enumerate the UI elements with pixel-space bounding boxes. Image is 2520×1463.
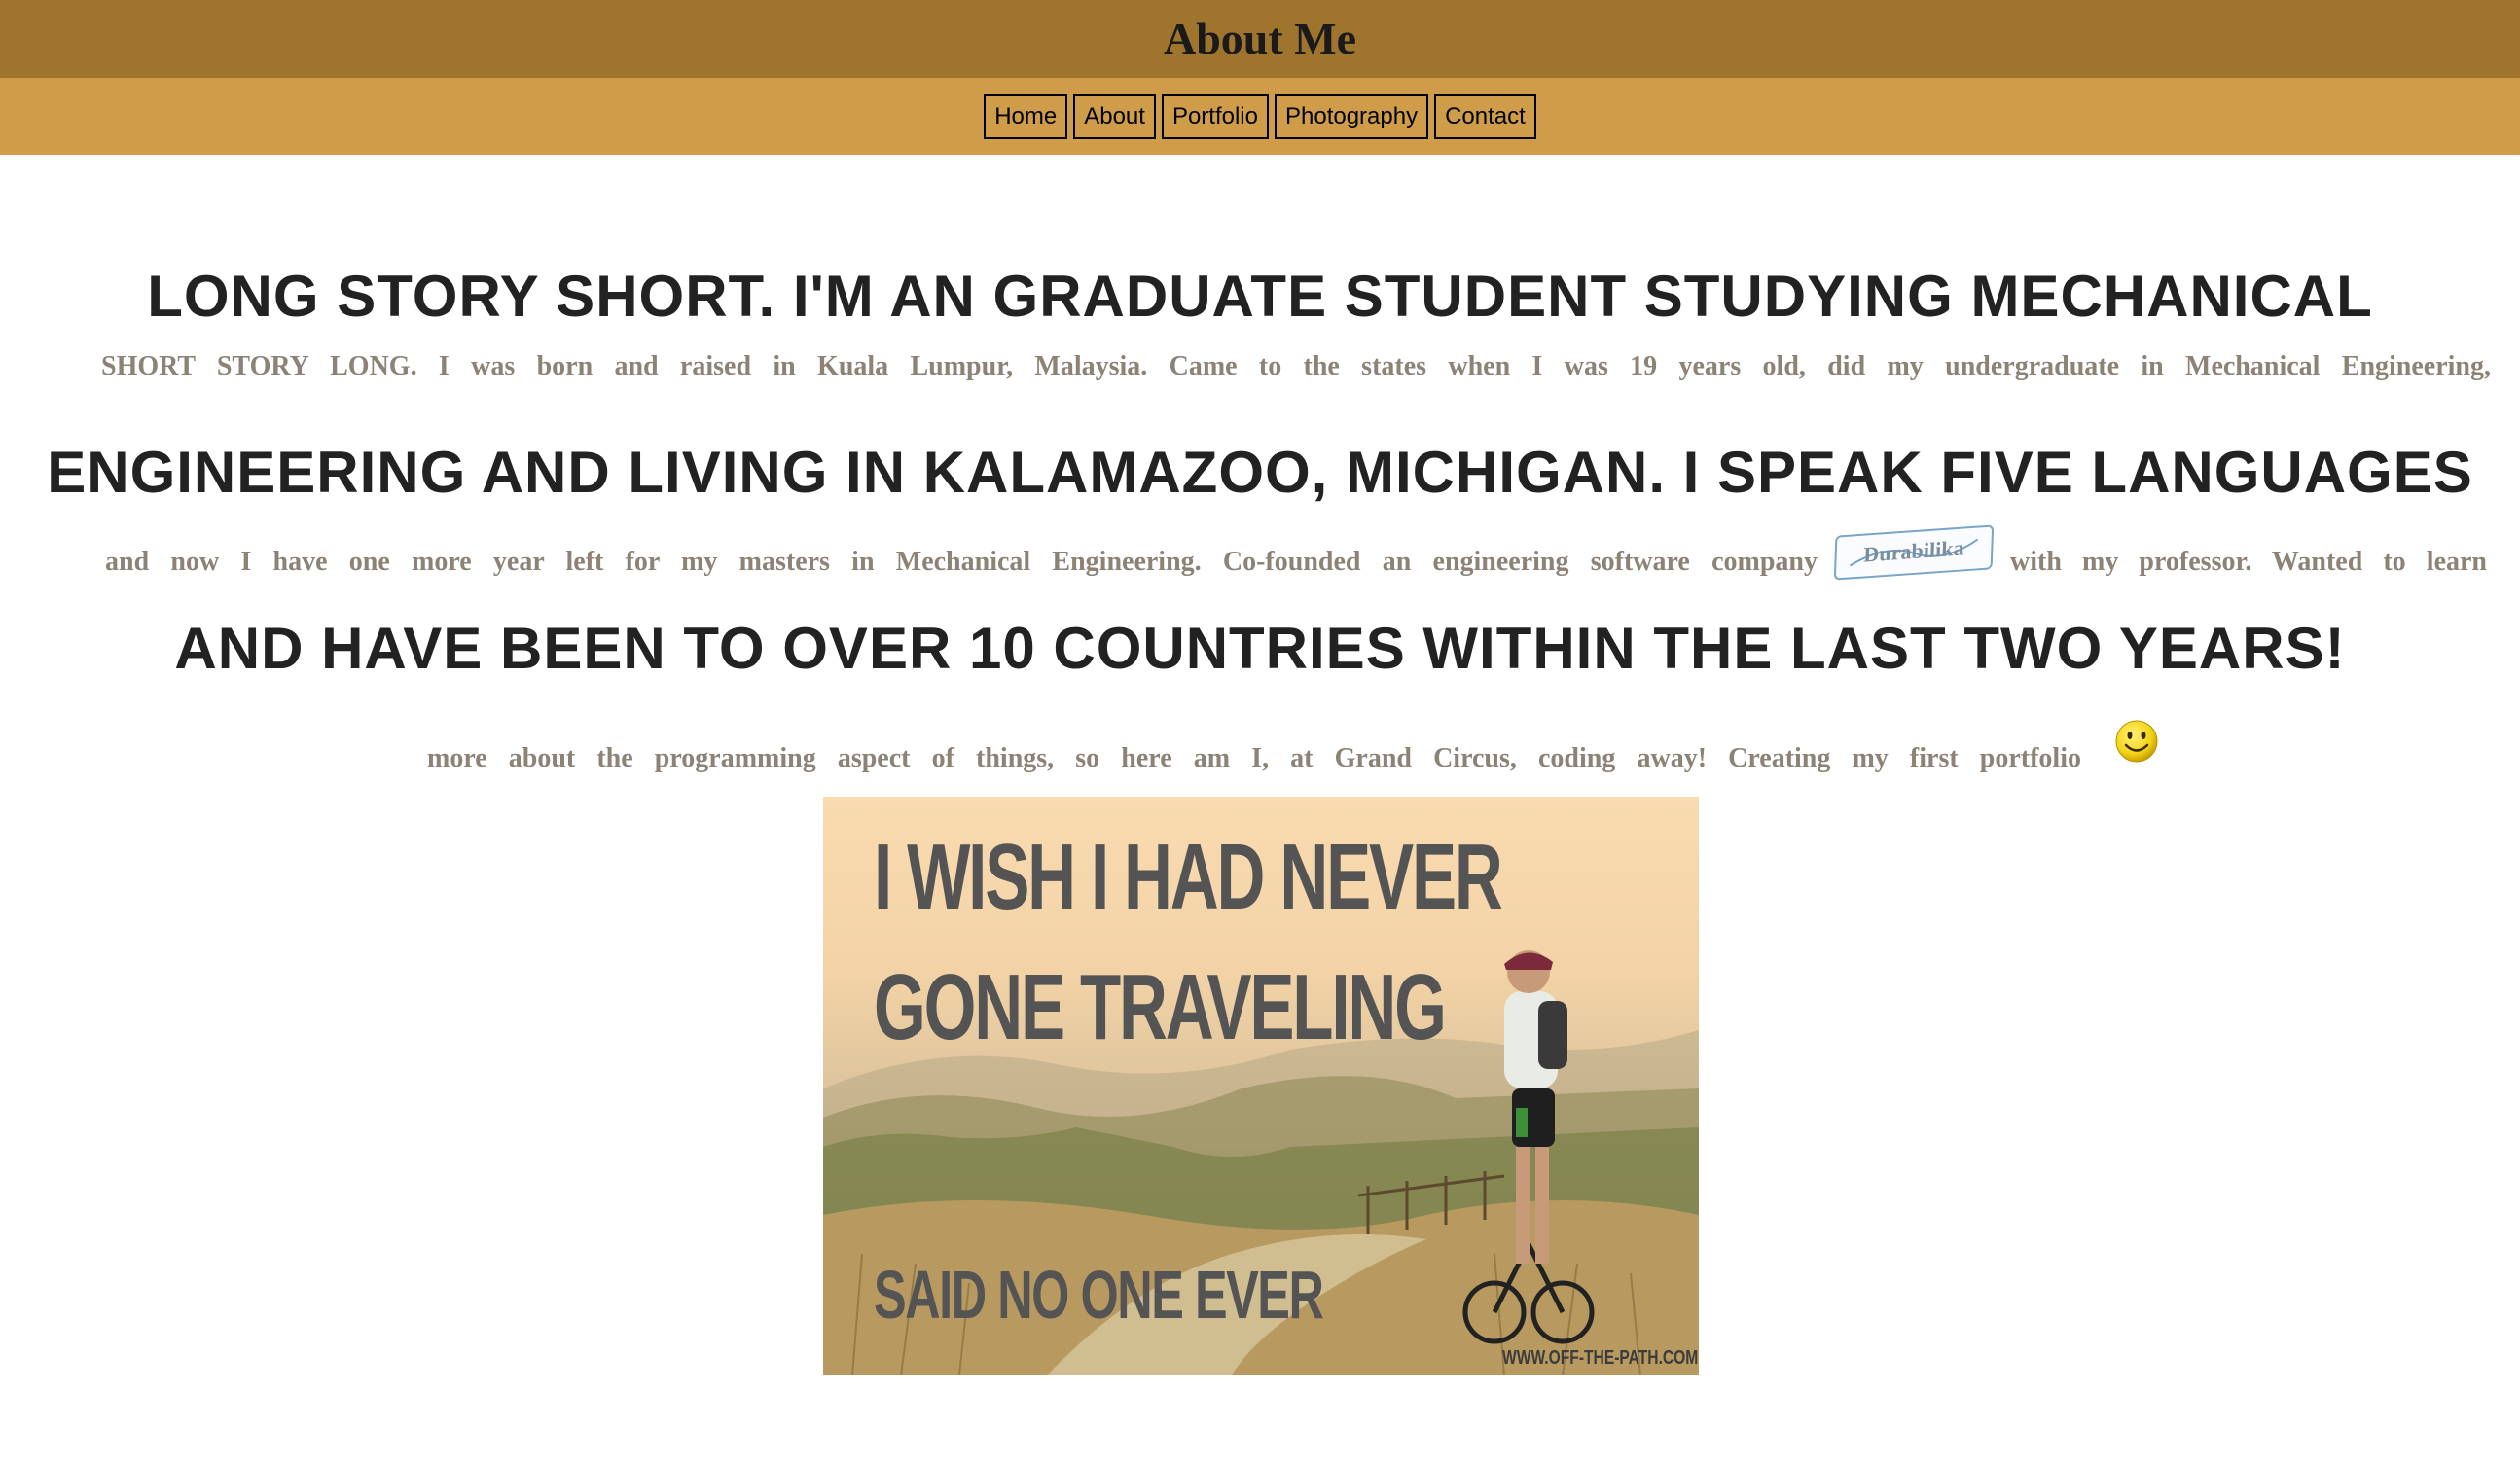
story-line-3-text: more about the programming aspect of thi…: [427, 743, 2081, 773]
travel-poster-image: I WISH I HAD NEVER GONE TRAVELING SAID N…: [823, 797, 1699, 1375]
headline-line-1: LONG STORY SHORT. I'M AN GRADUATE STUDEN…: [147, 264, 2373, 329]
page-header: About Me: [0, 0, 2520, 78]
nav-photography-button[interactable]: Photography: [1274, 93, 1429, 139]
poster-credit: WWW.OFF-THE-PATH.COM: [1502, 1347, 1699, 1369]
company-logo[interactable]: Durabilika: [1833, 524, 1995, 581]
nav-home-button[interactable]: Home: [984, 93, 1068, 139]
poster-line-1: I WISH I HAD NEVER: [874, 825, 1503, 929]
poster-line-2: GONE TRAVELING: [874, 955, 1447, 1059]
story-line-1-text: SHORT STORY LONG. I was born and raised …: [101, 351, 2491, 381]
nav-contact-button[interactable]: Contact: [1434, 93, 1536, 139]
headline-line-3: AND HAVE BEEN TO OVER 10 COUNTRIES WITHI…: [174, 616, 2346, 681]
page-title: About Me: [1163, 14, 1357, 63]
story-line-2-before: and now I have one more year left for my…: [105, 547, 1818, 577]
nav-portfolio-button[interactable]: Portfolio: [1161, 93, 1269, 139]
story-line-2-after: with my professor. Wanted to learn: [2010, 547, 2487, 577]
story-line-1: SHORT STORY LONG. I was born and raised …: [101, 347, 2491, 386]
nav-about-button[interactable]: About: [1073, 93, 1156, 139]
story-line-3: more about the programming aspect of thi…: [427, 720, 2159, 778]
headline-line-2: ENGINEERING AND LIVING IN KALAMAZOO, MIC…: [47, 440, 2473, 505]
story-line-2: and now I have one more year left for my…: [105, 524, 2487, 582]
poster-line-3: SAID NO ONE EVER: [874, 1257, 1324, 1333]
nav-bar: Home About Portfolio Photography Contact: [0, 78, 2520, 155]
smiley-face-icon: [2114, 719, 2159, 764]
